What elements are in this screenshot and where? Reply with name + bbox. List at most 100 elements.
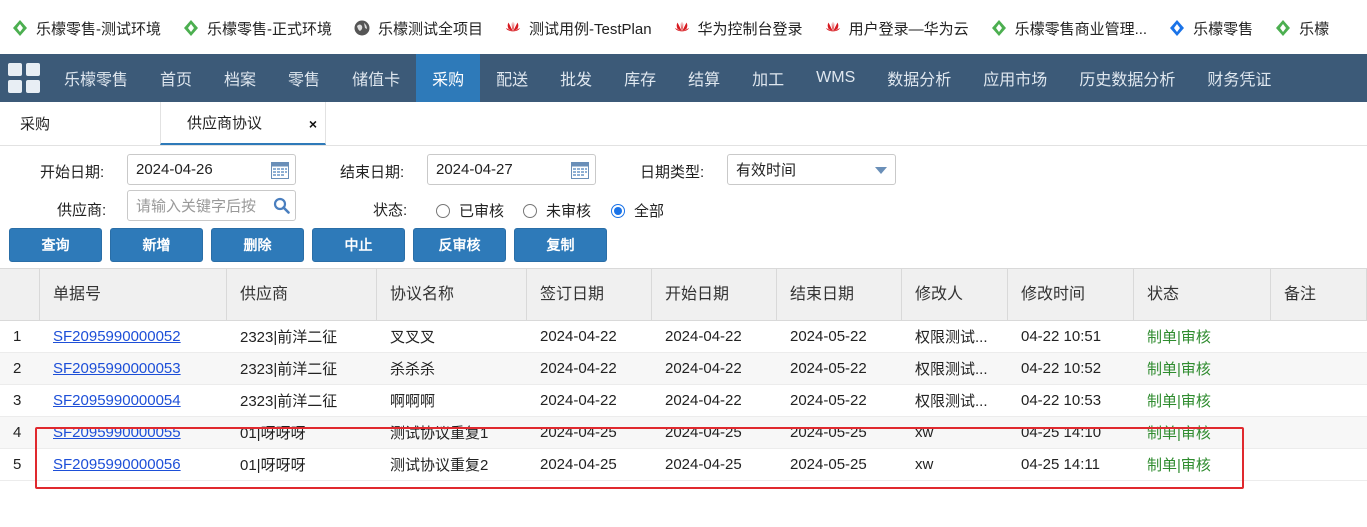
agreement-name-cell: 测试协议重复2 <box>390 457 489 474</box>
status-cell: 制单|审核 <box>1147 425 1211 442</box>
end-date-cell: 2024-05-22 <box>790 328 867 345</box>
doc-no-cell: SF2095990000056 <box>40 449 227 480</box>
date-type-select[interactable]: 有效时间 <box>727 154 896 185</box>
bookmark-item[interactable]: 华为控制台登录 <box>674 18 803 39</box>
table-row[interactable]: 4 SF2095990000055 01|呀呀呀 测试协议重复1 2024-04… <box>0 417 1367 449</box>
modifier-cell: 权限测试... <box>915 393 988 410</box>
start-date-field[interactable]: 2024-04-26 <box>127 154 296 185</box>
nav-item-wholesale[interactable]: 批发 <box>544 54 608 102</box>
app-grid-icon[interactable] <box>0 54 48 102</box>
bookmark-item[interactable]: 用户登录—华为云 <box>825 18 969 39</box>
column-header-end-date[interactable]: 结束日期 <box>777 269 902 320</box>
nav-item-retail[interactable]: 零售 <box>272 54 336 102</box>
table-row[interactable]: 2 SF2095990000053 2323|前洋二征 杀杀杀 2024-04-… <box>0 353 1367 385</box>
column-header-agreement-name[interactable]: 协议名称 <box>377 269 527 320</box>
page-tabs: 采购 供应商协议 × <box>0 102 1367 146</box>
add-button[interactable]: 新增 <box>110 228 203 262</box>
bookmark-label: 乐檬零售-测试环境 <box>36 20 161 38</box>
table-row[interactable]: 1 SF2095990000052 2323|前洋二征 叉叉叉 2024-04-… <box>0 321 1367 353</box>
nav-item-wms[interactable]: WMS <box>800 54 871 102</box>
nav-item-purchase[interactable]: 采购 <box>416 54 481 102</box>
nav-item-archive[interactable]: 档案 <box>208 54 272 102</box>
table-row[interactable]: 3 SF2095990000054 2323|前洋二征 啊啊啊 2024-04-… <box>0 385 1367 417</box>
supplier-search-input[interactable]: 请输入关键字后按 <box>127 190 296 221</box>
nav-item-data-analysis[interactable]: 数据分析 <box>871 54 967 102</box>
calendar-icon[interactable] <box>271 161 289 179</box>
query-button[interactable]: 查询 <box>9 228 102 262</box>
nav-item-finance-voucher[interactable]: 财务凭证 <box>1191 54 1287 102</box>
bookmark-item[interactable]: 乐檬零售 <box>1169 18 1253 39</box>
status-radio-all[interactable]: 全部 <box>611 200 664 221</box>
close-icon[interactable]: × <box>309 116 317 132</box>
bookmark-item[interactable]: 乐檬 <box>1275 18 1329 39</box>
end-date-label: 结束日期: <box>340 164 405 181</box>
nav-item-stored-value-card[interactable]: 储值卡 <box>336 54 416 102</box>
search-icon[interactable] <box>273 197 290 214</box>
bookmark-item[interactable]: 乐檬测试全项目 <box>354 18 483 39</box>
column-header-modified-time[interactable]: 修改时间 <box>1008 269 1134 320</box>
sign-date-cell: 2024-04-22 <box>540 328 617 345</box>
start-date-value: 2024-04-26 <box>136 161 213 178</box>
doc-no-link[interactable]: SF2095990000056 <box>53 456 181 473</box>
modifier-cell: xw <box>915 456 934 473</box>
column-header-remark[interactable]: 备注 <box>1271 269 1367 320</box>
nav-item-inventory[interactable]: 库存 <box>608 54 672 102</box>
status-cell: 制单|审核 <box>1147 329 1211 346</box>
column-header-sign-date[interactable]: 签订日期 <box>527 269 652 320</box>
status-cell: 制单|审核 <box>1147 393 1211 410</box>
tab-purchase[interactable]: 采购 <box>0 102 160 145</box>
column-header-supplier[interactable]: 供应商 <box>227 269 377 320</box>
date-type-value: 有效时间 <box>736 162 797 179</box>
doc-no-link[interactable]: SF2095990000054 <box>53 392 181 409</box>
calendar-icon[interactable] <box>571 161 589 179</box>
end-date-cell: 2024-05-25 <box>790 456 867 473</box>
bookmark-item[interactable]: 测试用例-TestPlan <box>505 18 652 39</box>
nav-item-home[interactable]: 首页 <box>144 54 208 102</box>
doc-no-cell: SF2095990000052 <box>40 321 227 352</box>
nav-item-processing[interactable]: 加工 <box>736 54 800 102</box>
modified-time-cell: 04-22 10:52 <box>1021 360 1102 377</box>
action-toolbar: 查询 新增 删除 中止 反审核 复制 <box>9 228 607 262</box>
status-radio-audited[interactable]: 已审核 <box>436 200 504 221</box>
end-date-field[interactable]: 2024-04-27 <box>427 154 596 185</box>
column-header-start-date[interactable]: 开始日期 <box>652 269 777 320</box>
bookmark-item[interactable]: 乐檬零售-正式环境 <box>183 18 332 39</box>
doc-no-link[interactable]: SF2095990000052 <box>53 328 181 345</box>
supplier-placeholder: 请输入关键字后按 <box>136 198 257 215</box>
bookmark-label: 华为控制台登录 <box>697 20 803 38</box>
nav-item-app-market[interactable]: 应用市场 <box>967 54 1063 102</box>
supplier-cell: 01|呀呀呀 <box>240 457 306 474</box>
status-radio-unaudited[interactable]: 未审核 <box>523 200 591 221</box>
radio-selected-icon <box>611 203 625 218</box>
radio-label: 全部 <box>634 203 665 220</box>
unaudit-button[interactable]: 反审核 <box>413 228 506 262</box>
nav-item-settlement[interactable]: 结算 <box>672 54 736 102</box>
status-label: 状态: <box>373 202 408 219</box>
tab-supplier-agreement[interactable]: 供应商协议 × <box>160 102 326 145</box>
sign-date-cell: 2024-04-25 <box>540 424 617 441</box>
bookmark-label: 乐檬零售 <box>1193 20 1254 38</box>
nav-item-history-analysis[interactable]: 历史数据分析 <box>1063 54 1191 102</box>
doc-no-link[interactable]: SF2095990000055 <box>53 424 181 441</box>
nav-item-distribution[interactable]: 配送 <box>480 54 544 102</box>
column-header-doc-no[interactable]: 单据号 <box>40 269 227 320</box>
bookmark-item[interactable]: 乐檬零售-测试环境 <box>12 18 161 39</box>
remark-cell <box>1271 417 1367 448</box>
bookmark-item[interactable]: 乐檬零售商业管理... <box>991 18 1147 39</box>
table-row[interactable]: 5 SF2095990000056 01|呀呀呀 测试协议重复2 2024-04… <box>0 449 1367 481</box>
remark-cell <box>1271 449 1367 480</box>
stop-button[interactable]: 中止 <box>312 228 405 262</box>
nav-brand[interactable]: 乐檬零售 <box>48 54 144 102</box>
supplier-cell: 2323|前洋二征 <box>240 329 338 346</box>
doc-no-link[interactable]: SF2095990000053 <box>53 360 181 377</box>
delete-button[interactable]: 删除 <box>211 228 304 262</box>
column-header-modifier[interactable]: 修改人 <box>902 269 1008 320</box>
column-header-status[interactable]: 状态 <box>1134 269 1271 320</box>
agreement-name-cell: 啊啊啊 <box>390 393 436 410</box>
radio-icon <box>523 203 537 218</box>
row-index: 4 <box>13 424 22 441</box>
bookmark-label: 乐檬 <box>1299 20 1330 38</box>
tab-label: 供应商协议 <box>187 115 263 132</box>
copy-button[interactable]: 复制 <box>514 228 607 262</box>
modified-time-cell: 04-22 10:51 <box>1021 328 1102 345</box>
